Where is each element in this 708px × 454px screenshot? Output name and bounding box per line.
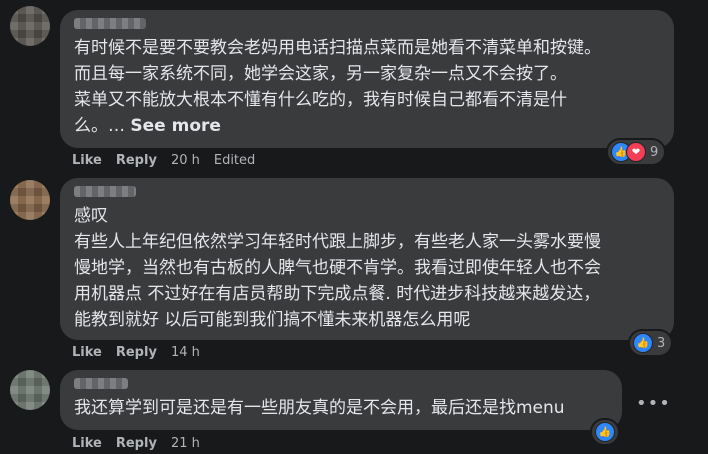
heart-icon: ❤ <box>626 142 646 162</box>
author-name-redacted[interactable] <box>74 18 146 29</box>
more-options-icon[interactable]: ••• <box>636 393 671 414</box>
reaction-summary[interactable]: 👍 3 <box>630 331 672 355</box>
timestamp[interactable]: 14 h <box>171 345 200 360</box>
see-more-link[interactable]: See more <box>130 116 221 136</box>
like-button[interactable]: Like <box>72 345 102 360</box>
reply-button[interactable]: Reply <box>116 345 157 360</box>
reaction-count: 3 <box>657 335 666 351</box>
avatar[interactable] <box>10 180 50 220</box>
author-name-redacted[interactable] <box>74 378 128 389</box>
comment-actions: Like Reply 21 h <box>72 436 200 451</box>
like-button[interactable]: Like <box>72 153 102 168</box>
thumbs-up-icon: 👍 <box>595 422 615 442</box>
comment-actions: Like Reply 14 h <box>72 345 200 360</box>
reply-button[interactable]: Reply <box>116 436 157 451</box>
avatar[interactable] <box>10 370 50 410</box>
reaction-summary[interactable]: 👍 <box>592 420 618 444</box>
comment-text: 有时候不是要不要教会老妈用电话扫描点菜而是她看不清菜单和按键。 而且每一家系统不… <box>74 35 660 139</box>
reply-button[interactable]: Reply <box>116 153 157 168</box>
comment-bubble: 有时候不是要不要教会老妈用电话扫描点菜而是她看不清菜单和按键。 而且每一家系统不… <box>60 10 674 148</box>
timestamp[interactable]: 21 h <box>171 436 200 451</box>
reaction-count: 9 <box>650 144 659 160</box>
author-name-redacted[interactable] <box>74 186 136 197</box>
comment-text: 我还算学到可是还是有一些朋友真的是不会用，最后还是找menu <box>74 398 565 418</box>
like-button[interactable]: Like <box>72 436 102 451</box>
comment-actions: Like Reply 20 h Edited <box>72 153 255 168</box>
reaction-summary[interactable]: 👍 ❤ 9 <box>608 140 665 164</box>
comment-bubble: 感叹 有些人上年纪但依然学习年轻时代跟上脚步，有些老人家一头雾水要慢 慢地学，当… <box>60 178 674 340</box>
thumbs-up-icon: 👍 <box>633 333 653 353</box>
comment-bubble: 我还算学到可是还是有一些朋友真的是不会用，最后还是找menu <box>60 370 622 430</box>
timestamp[interactable]: 20 h <box>171 153 200 168</box>
edited-label[interactable]: Edited <box>214 153 255 168</box>
comment-text: 感叹 有些人上年纪但依然学习年轻时代跟上脚步，有些老人家一头雾水要慢 慢地学，当… <box>74 206 601 330</box>
avatar[interactable] <box>10 6 50 46</box>
